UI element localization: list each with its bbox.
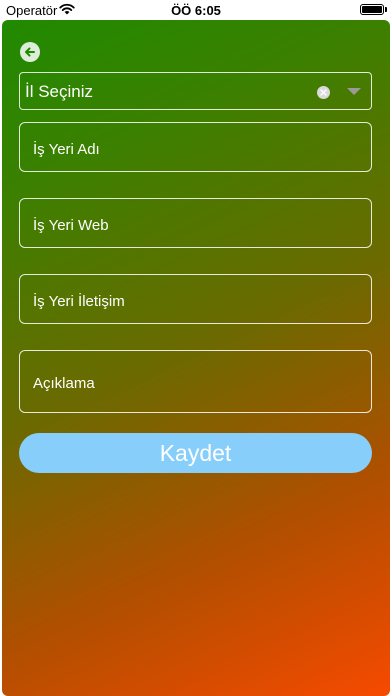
business-contact-input[interactable]: İş Yeri İletişim — [19, 274, 372, 324]
chevron-down-icon[interactable] — [347, 88, 361, 95]
form-screen: İl Seçiniz İş Yeri Adı İş Yeri Web İş Ye… — [2, 20, 390, 696]
save-button[interactable]: Kaydet — [19, 433, 372, 473]
description-input[interactable]: Açıklama — [19, 350, 372, 413]
battery-cap — [385, 7, 387, 12]
battery-icon — [360, 4, 384, 15]
business-name-input[interactable]: İş Yeri Adı — [19, 122, 372, 172]
business-contact-placeholder: İş Yeri İletişim — [33, 293, 125, 310]
city-select-value: İl Seçiniz — [25, 82, 94, 101]
status-bar: Operatör ÖÖ 6:05 — [0, 0, 392, 20]
description-placeholder: Açıklama — [33, 375, 95, 392]
clear-icon[interactable] — [317, 86, 330, 99]
business-web-placeholder: İş Yeri Web — [33, 217, 109, 234]
back-button[interactable] — [20, 42, 40, 62]
city-select[interactable]: İl Seçiniz — [19, 72, 372, 110]
business-name-placeholder: İş Yeri Adı — [33, 141, 100, 158]
status-time: ÖÖ 6:05 — [171, 3, 221, 18]
business-web-input[interactable]: İş Yeri Web — [19, 198, 372, 248]
arrow-left-icon — [25, 47, 35, 57]
